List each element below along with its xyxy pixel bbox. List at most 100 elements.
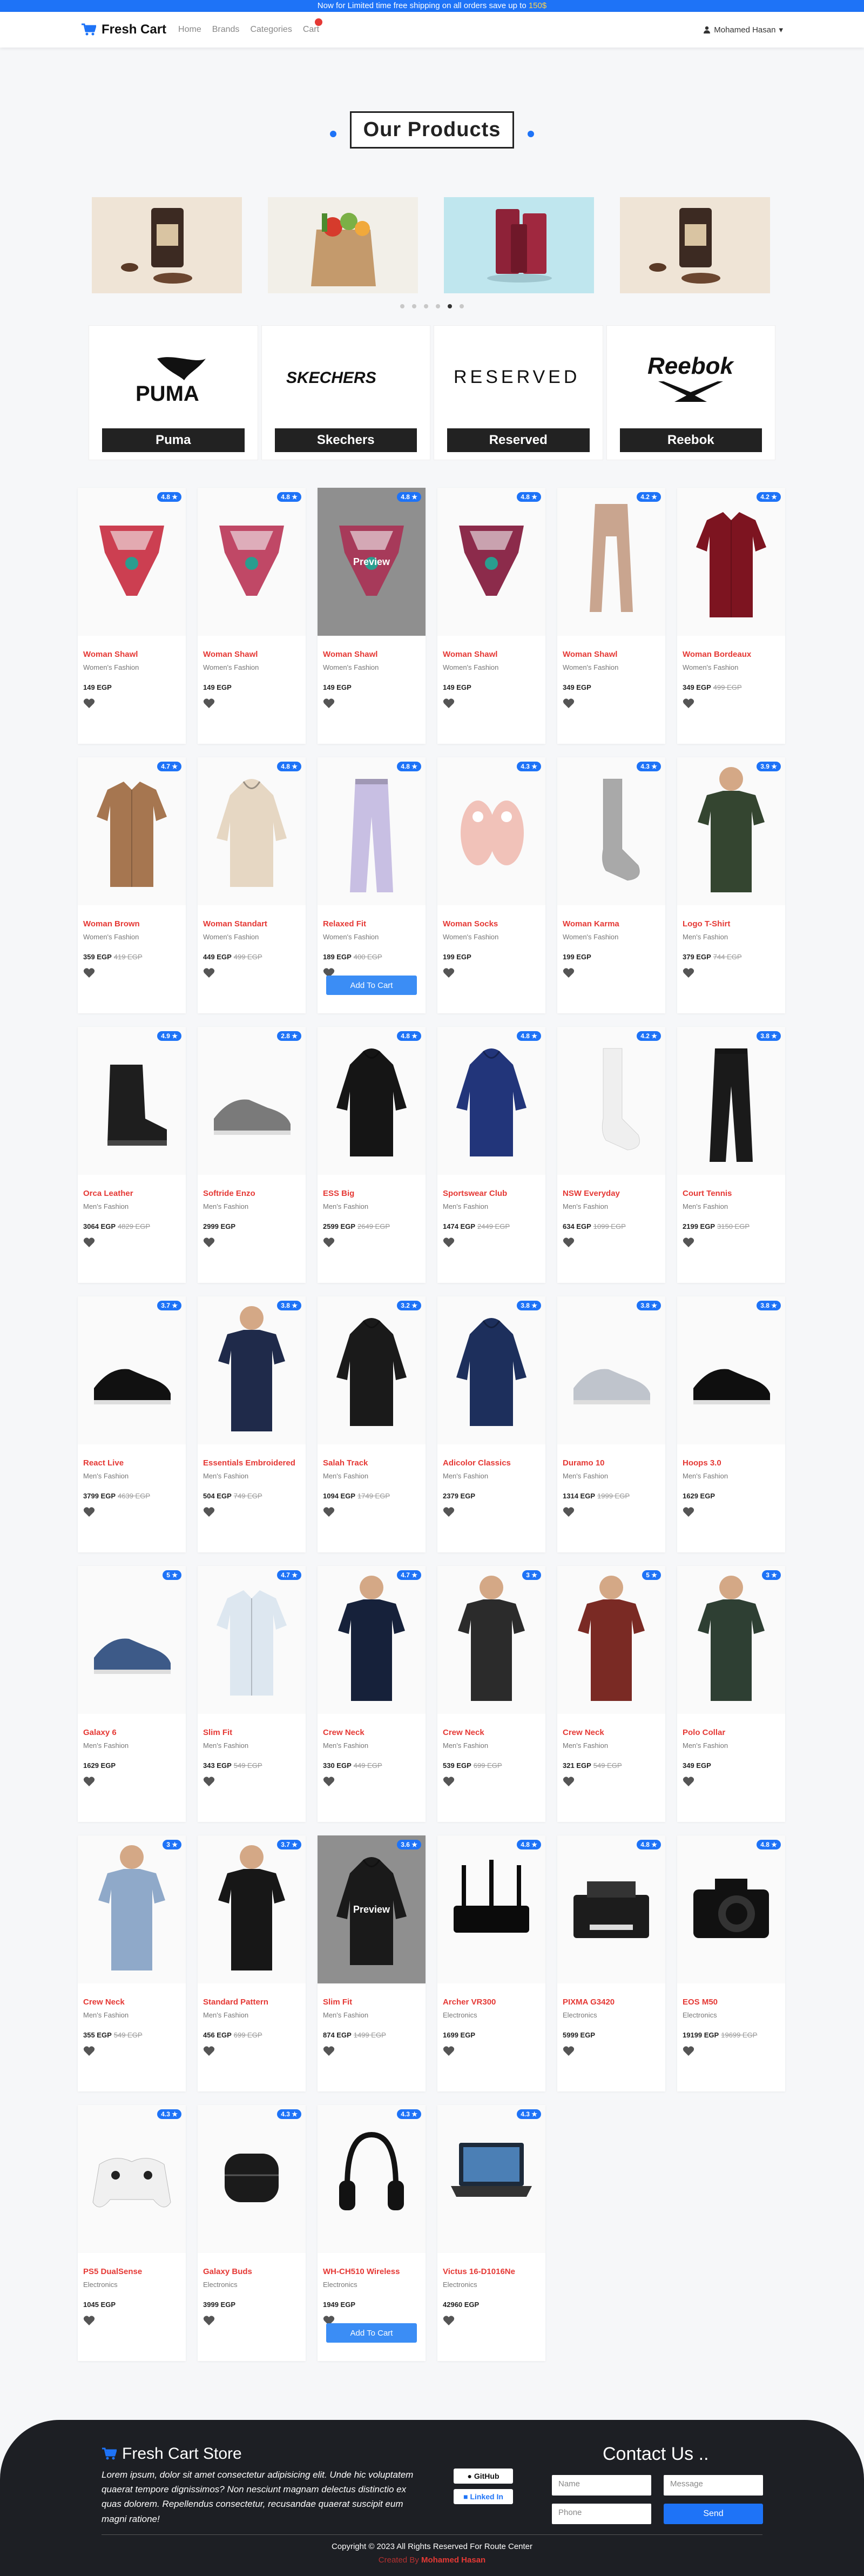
category-slider[interactable] (0, 197, 864, 293)
slide-coffee-pack-2[interactable] (620, 197, 770, 293)
product-name[interactable]: Woman Brown (83, 919, 180, 929)
product-name[interactable]: WH-CH510 Wireless (323, 2267, 420, 2276)
product-card[interactable]: 4.8 ★ Relaxed Fit Women's Fashion 189 EGP 40… (318, 757, 426, 1013)
heart-icon[interactable] (443, 698, 455, 709)
product-card[interactable]: 4.8 ★ Woman Standart Women's Fashion 449 EG… (198, 757, 306, 1013)
product-image[interactable]: 4.8 ★ (198, 757, 306, 905)
heart-icon[interactable] (443, 1776, 455, 1787)
product-card[interactable]: 4.8 ★ Woman Shawl Women's Fashion 149 EGP (78, 488, 186, 744)
product-card[interactable]: 4.7 ★ Woman Brown Women's Fashion 359 EGP 41… (78, 757, 186, 1013)
product-card[interactable]: 4.8 ★ Woman Shawl Women's Fashion 149 EGP (437, 488, 545, 744)
product-image[interactable]: 4.2 ★ (677, 488, 785, 636)
product-image[interactable]: 4.8 ★ (557, 1835, 665, 1983)
heart-icon[interactable] (443, 967, 455, 978)
product-card[interactable]: 4.8 ★ EOS M50 Electronics 19199 EGP 19699 EG… (677, 1835, 785, 2091)
product-image[interactable]: 4.7 ★ (198, 1566, 306, 1714)
slide-groceries[interactable] (268, 197, 418, 293)
product-image[interactable]: 3 ★ (437, 1566, 545, 1714)
slider-dot[interactable] (412, 304, 416, 308)
product-card[interactable]: 4.2 ★ Woman Shawl Women's Fashion 349 EGP (557, 488, 665, 744)
product-card[interactable]: 4.7 ★ Slim Fit Men's Fashion 343 EGP 549 EGP (198, 1566, 306, 1822)
product-image[interactable]: 3.8 ★ (437, 1296, 545, 1444)
heart-icon[interactable] (203, 967, 215, 978)
heart-icon[interactable] (203, 1506, 215, 1517)
product-card[interactable]: 3.2 ★ Salah Track Men's Fashion 1094 EGP 174… (318, 1296, 426, 1552)
product-card[interactable]: 3.8 ★ Duramo 10 Men's Fashion 1314 EGP 1999 … (557, 1296, 665, 1552)
product-image[interactable]: 3.7 ★ (198, 1835, 306, 1983)
heart-icon[interactable] (203, 1776, 215, 1787)
heart-icon[interactable] (323, 1237, 335, 1248)
slider-dot[interactable] (400, 304, 404, 308)
product-name[interactable]: Logo T-Shirt (683, 919, 780, 929)
product-name[interactable]: Woman Shawl (203, 650, 300, 659)
product-card[interactable]: 2.8 ★ Softride Enzo Men's Fashion 2999 EGP (198, 1027, 306, 1283)
heart-icon[interactable] (83, 967, 95, 978)
product-name[interactable]: Woman Standart (203, 919, 300, 929)
heart-icon[interactable] (443, 2315, 455, 2326)
product-image[interactable]: 4.3 ★ (198, 2105, 306, 2253)
slide-cocoa[interactable] (444, 197, 594, 293)
product-name[interactable]: Slim Fit (323, 1997, 420, 2007)
product-card[interactable]: 3 ★ Crew Neck Men's Fashion 355 EGP 549 EGP (78, 1835, 186, 2091)
product-name[interactable]: Softride Enzo (203, 1189, 300, 1198)
product-card[interactable]: 3.8 ★ Essentials Embroidered Men's Fashion… (198, 1296, 306, 1552)
product-card[interactable]: 4.3 ★ Woman Karma Women's Fashion 199 EGP (557, 757, 665, 1013)
heart-icon[interactable] (83, 1506, 95, 1517)
heart-icon[interactable] (323, 1776, 335, 1787)
heart-icon[interactable] (683, 967, 694, 978)
heart-icon[interactable] (563, 1776, 575, 1787)
product-card[interactable]: 4.3 ★ Galaxy Buds Electronics 3999 EGP (198, 2105, 306, 2361)
product-image[interactable]: 4.8 ★ (437, 1027, 545, 1175)
product-card[interactable]: 3.8 ★ Adicolor Classics Men's Fashion 2379 … (437, 1296, 545, 1552)
product-image[interactable]: 4.2 ★ (557, 1027, 665, 1175)
product-card[interactable]: 3.6 ★ Preview Slim Fit Men's Fashion 874 EGP… (318, 1835, 426, 2091)
product-card[interactable]: 4.7 ★ Crew Neck Men's Fashion 330 EGP 449 EG… (318, 1566, 426, 1822)
product-image[interactable]: 4.3 ★ (78, 2105, 186, 2253)
product-name[interactable]: Polo Collar (683, 1728, 780, 1737)
brand-card-reserved[interactable]: RESERVED Reserved (434, 325, 603, 460)
product-name[interactable]: Standard Pattern (203, 1997, 300, 2007)
product-image[interactable]: 4.8 ★ (437, 488, 545, 636)
product-image[interactable]: 2.8 ★ (198, 1027, 306, 1175)
add-to-cart-button[interactable]: Add To Cart (326, 2323, 417, 2343)
product-name[interactable]: Crew Neck (443, 1728, 540, 1737)
product-card[interactable]: 3.7 ★ React Live Men's Fashion 3799 EGP 4639… (78, 1296, 186, 1552)
product-name[interactable]: Crew Neck (563, 1728, 660, 1737)
nav-cart[interactable]: Cart (303, 18, 323, 35)
message-field[interactable]: Message (664, 2475, 763, 2496)
product-name[interactable]: Hoops 3.0 (683, 1458, 780, 1468)
product-image[interactable]: 3.6 ★ Preview (318, 1835, 426, 1983)
product-card[interactable]: 3.8 ★ Court Tennis Men's Fashion 2199 EGP 31… (677, 1027, 785, 1283)
linkedin-link[interactable]: ■ Linked In (454, 2489, 513, 2504)
heart-icon[interactable] (83, 1237, 95, 1248)
product-name[interactable]: ESS Big (323, 1189, 420, 1198)
product-image[interactable]: 4.8 ★ (318, 1027, 426, 1175)
product-name[interactable]: Salah Track (323, 1458, 420, 1468)
product-image[interactable]: 3 ★ (78, 1835, 186, 1983)
product-card[interactable]: 3 ★ Crew Neck Men's Fashion 539 EGP 699 EGP (437, 1566, 545, 1822)
product-image[interactable]: 4.8 ★ (437, 1835, 545, 1983)
product-name[interactable]: Duramo 10 (563, 1458, 660, 1468)
add-to-cart-button[interactable]: Add To Cart (326, 976, 417, 995)
product-card[interactable]: 4.8 ★ ESS Big Men's Fashion 2599 EGP 2649 EG… (318, 1027, 426, 1283)
product-name[interactable]: Sportswear Club (443, 1189, 540, 1198)
product-card[interactable]: 4.8 ★ Sportswear Club Men's Fashion 1474 EG… (437, 1027, 545, 1283)
heart-icon[interactable] (203, 1237, 215, 1248)
slider-dot[interactable] (460, 304, 464, 308)
product-card[interactable]: 4.3 ★ PS5 DualSense Electronics 1045 EGP (78, 2105, 186, 2361)
product-name[interactable]: Court Tennis (683, 1189, 780, 1198)
nav-brands[interactable]: Brands (212, 25, 240, 35)
heart-icon[interactable] (83, 698, 95, 709)
send-button[interactable]: Send (664, 2504, 763, 2524)
product-image[interactable]: 4.2 ★ (557, 488, 665, 636)
phone-field[interactable]: Phone (552, 2504, 651, 2524)
product-card[interactable]: 3.8 ★ Hoops 3.0 Men's Fashion 1629 EGP (677, 1296, 785, 1552)
product-image[interactable]: 4.7 ★ (78, 757, 186, 905)
product-image[interactable]: 5 ★ (557, 1566, 665, 1714)
product-card[interactable]: 4.3 ★ Woman Socks Women's Fashion 199 EGP (437, 757, 545, 1013)
heart-icon[interactable] (203, 2315, 215, 2326)
product-card[interactable]: 3.7 ★ Standard Pattern Men's Fashion 456 EG… (198, 1835, 306, 2091)
product-name[interactable]: Crew Neck (83, 1997, 180, 2007)
product-image[interactable]: 3.8 ★ (677, 1296, 785, 1444)
product-image[interactable]: 3.2 ★ (318, 1296, 426, 1444)
